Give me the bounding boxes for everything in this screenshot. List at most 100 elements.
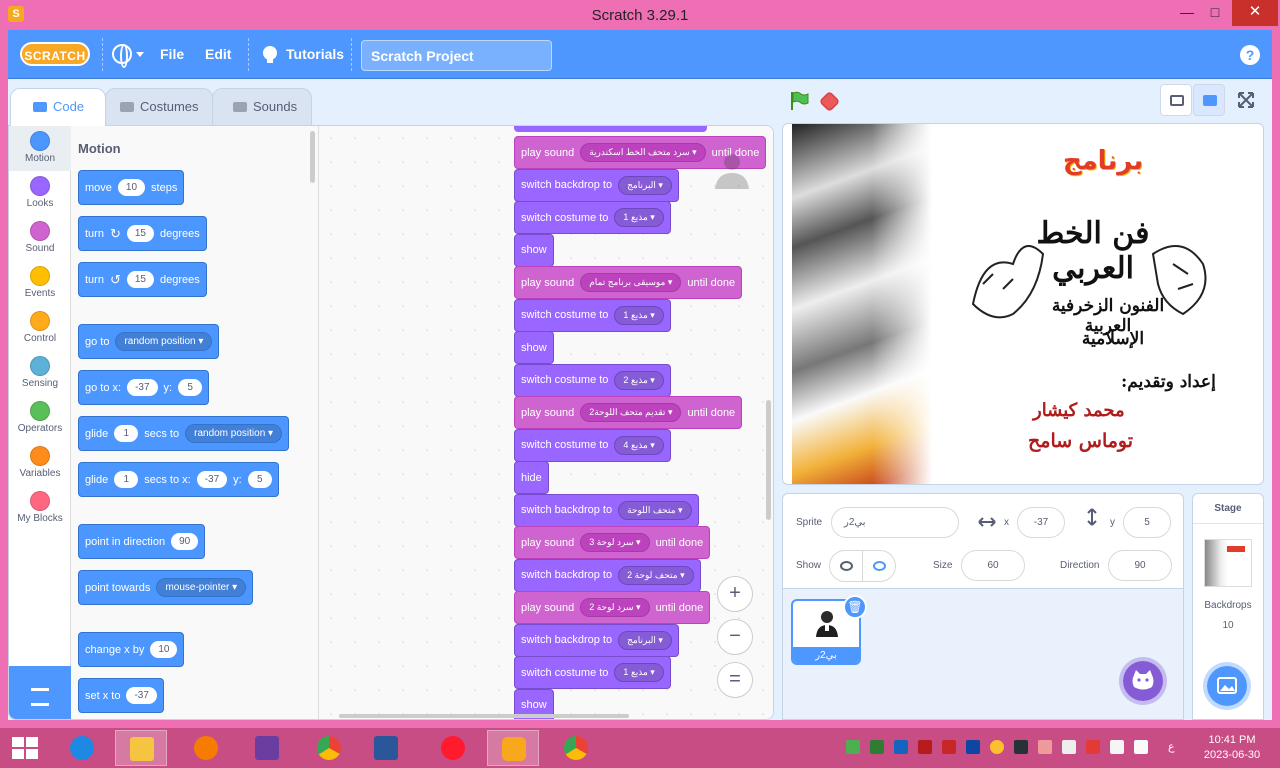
block-dropdown[interactable]: سرد متحف الخط اسكندرية — [580, 143, 706, 162]
block-input[interactable]: 10 — [150, 641, 178, 658]
block-dropdown[interactable]: سرد لوحة 2 — [580, 598, 650, 617]
block-input[interactable]: 10 — [117, 179, 146, 196]
block-input[interactable]: -37 — [126, 687, 157, 704]
script-block-switch-costume-to[interactable]: switch costume to مذيع 1 — [514, 656, 671, 689]
category-looks[interactable]: Looks — [9, 171, 71, 216]
script-block-top[interactable] — [514, 126, 707, 132]
block-dropdown[interactable]: مذيع 1 — [614, 663, 664, 682]
category-operators[interactable]: Operators — [9, 396, 71, 441]
block-input[interactable]: -37 — [196, 471, 228, 488]
block-dropdown[interactable]: البرنامج — [618, 630, 672, 650]
script-block-show[interactable]: show — [514, 331, 554, 364]
stage-thumbnail[interactable] — [1204, 539, 1252, 587]
scratch-logo[interactable]: SCRATCH — [20, 42, 90, 66]
taskbar-chrome-profile[interactable] — [550, 730, 602, 766]
script-block-switch-backdrop-to[interactable]: switch backdrop to متحف اللوحة — [514, 493, 699, 527]
zoom-in-button[interactable]: + — [717, 576, 753, 612]
windows-start-icon[interactable] — [12, 737, 38, 759]
block-dropdown[interactable]: متحف لوحة 2 — [618, 565, 694, 585]
direction-input[interactable]: 90 — [1108, 550, 1172, 581]
taskbar-file-explorer[interactable] — [115, 730, 167, 766]
size-input[interactable]: 60 — [961, 550, 1025, 581]
block-glide-to[interactable]: glide 1 secs to random position — [78, 416, 290, 451]
tray-security-icon[interactable] — [966, 740, 980, 754]
block-go-to-xy[interactable]: go to x: -37 y: 5 — [78, 370, 210, 405]
block-input[interactable]: 5 — [178, 379, 203, 396]
block-dropdown[interactable]: سرد لوحة 3 — [580, 533, 650, 552]
block-input[interactable]: 5 — [247, 471, 272, 488]
tray-phone-icon[interactable] — [1062, 740, 1076, 754]
category-my-blocks[interactable]: My Blocks — [9, 486, 71, 531]
taskbar-scratch[interactable] — [487, 730, 539, 766]
category-control[interactable]: Control — [9, 306, 71, 351]
script-block-switch-backdrop-to[interactable]: switch backdrop to البرنامج — [514, 623, 679, 657]
tray-volume-icon[interactable] — [1134, 740, 1148, 754]
block-dropdown[interactable]: البرنامج — [618, 175, 672, 195]
tray-speaker-icon[interactable] — [1038, 740, 1052, 754]
script-block-switch-backdrop-to[interactable]: switch backdrop to متحف لوحة 2 — [514, 558, 701, 592]
block-input[interactable]: 15 — [126, 225, 154, 242]
language-globe-icon[interactable] — [112, 44, 132, 68]
script-block-play-sound[interactable]: play sound تقديم متحف اللوحة2 until done — [514, 396, 743, 429]
tray-disc-icon[interactable] — [990, 740, 1004, 754]
maximize-button[interactable]: □ — [1202, 0, 1228, 26]
horizontal-scrollbar[interactable] — [339, 714, 629, 718]
y-input[interactable]: 5 — [1123, 507, 1171, 538]
taskbar-internet-explorer[interactable] — [56, 730, 108, 766]
block-dropdown[interactable]: random position — [115, 332, 213, 351]
lightbulb-icon[interactable] — [263, 46, 277, 63]
show-visible-button[interactable] — [829, 550, 863, 582]
taskbar-app-orange[interactable] — [180, 730, 232, 766]
help-icon[interactable]: ? — [1240, 45, 1260, 65]
block-dropdown[interactable]: موسيقى برنامج تمام — [580, 273, 682, 292]
minimize-button[interactable]: — — [1172, 0, 1202, 26]
tab-code[interactable]: Code — [10, 88, 106, 126]
category-motion[interactable]: Motion — [9, 126, 71, 171]
add-extension-button[interactable] — [9, 666, 71, 719]
sprite-name-input[interactable]: بي2ر — [831, 507, 959, 538]
script-block-play-sound[interactable]: play sound موسيقى برنامج تمام until done — [514, 266, 743, 299]
script-block-hide[interactable]: hide — [514, 461, 549, 494]
block-point-towards[interactable]: point towards mouse-pointer — [78, 570, 254, 605]
block-dropdown[interactable]: mouse-pointer — [156, 578, 247, 597]
tray-signal-icon[interactable] — [1110, 740, 1124, 754]
trash-icon[interactable]: 🗑 — [843, 595, 867, 619]
edit-menu[interactable]: Edit — [205, 30, 231, 79]
x-input[interactable]: -37 — [1017, 507, 1065, 538]
tray-alert-icon[interactable] — [1086, 740, 1100, 754]
tab-sounds[interactable]: Sounds — [212, 88, 312, 125]
script-block-switch-costume-to[interactable]: switch costume to مذيع 1 — [514, 201, 671, 234]
block-input[interactable]: 1 — [114, 471, 139, 488]
stop-icon[interactable] — [818, 90, 841, 113]
taskbar-word[interactable] — [360, 730, 412, 766]
show-hidden-button[interactable] — [862, 550, 896, 582]
close-button[interactable]: ✕ — [1232, 0, 1278, 26]
stage-canvas[interactable]: برنامج فن الخط العربي الفنون الزخرفية ال… — [782, 123, 1264, 485]
script-block-play-sound[interactable]: play sound سرد لوحة 3 until done — [514, 526, 711, 559]
stage-selector-panel[interactable]: Stage Backdrops 10 — [1192, 493, 1264, 720]
block-set-x[interactable]: set x to -37 — [78, 678, 164, 713]
block-input[interactable]: 90 — [171, 533, 199, 550]
taskbar-clock[interactable]: 10:41 PM 2023-06-30 — [1196, 733, 1268, 763]
small-stage-button[interactable] — [1160, 84, 1192, 116]
tray-monitor-icon[interactable] — [894, 740, 908, 754]
tray-display-icon[interactable] — [1014, 740, 1028, 754]
tray-app-icon[interactable] — [870, 740, 884, 754]
input-language-indicator[interactable]: ع — [1168, 740, 1175, 753]
tab-costumes[interactable]: Costumes — [105, 88, 213, 125]
tutorials-menu[interactable]: Tutorials — [286, 30, 344, 79]
script-block-switch-backdrop-to[interactable]: switch backdrop to البرنامج — [514, 168, 679, 202]
category-events[interactable]: Events — [9, 261, 71, 306]
category-variables[interactable]: Variables — [9, 441, 71, 486]
block-point-direction[interactable]: point in direction 90 — [78, 524, 206, 559]
project-title-input[interactable]: Scratch Project — [361, 40, 552, 71]
script-block-switch-costume-to[interactable]: switch costume to مذيع 1 — [514, 298, 671, 332]
tray-arrow-icon[interactable] — [918, 740, 932, 754]
block-dropdown[interactable]: تقديم متحف اللوحة2 — [580, 403, 682, 422]
tray-shield-icon[interactable] — [942, 740, 956, 754]
script-area[interactable]: play sound سرد متحف الخط اسكندرية until do… — [319, 126, 773, 719]
palette-scrollbar[interactable] — [310, 131, 315, 183]
block-glide-xy[interactable]: glide 1 secs to x: -37 y: 5 — [78, 462, 279, 497]
file-menu[interactable]: File — [160, 30, 184, 79]
block-go-to[interactable]: go to random position — [78, 324, 220, 359]
